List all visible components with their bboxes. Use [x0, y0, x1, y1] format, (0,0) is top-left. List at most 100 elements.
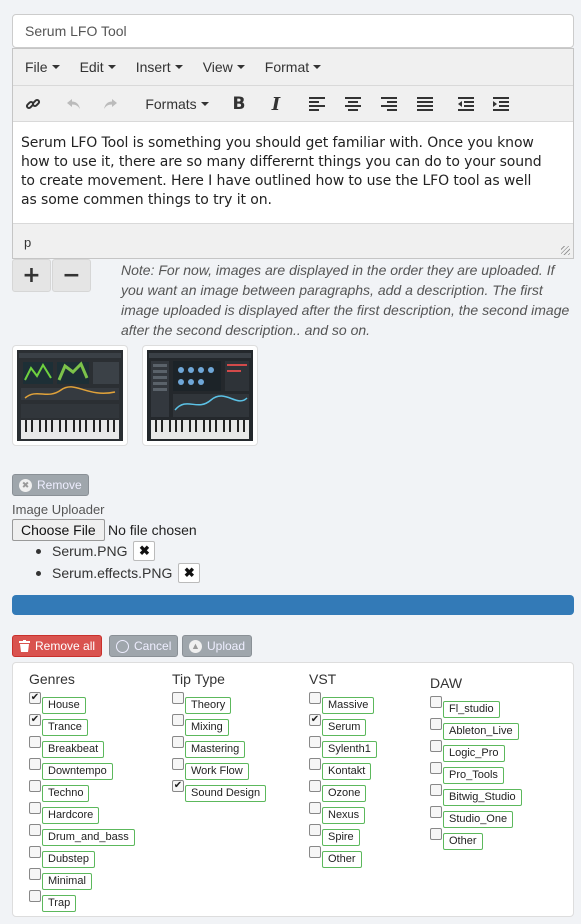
remove-image-button[interactable]: −: [52, 259, 91, 292]
tag-checkbox[interactable]: [309, 846, 321, 858]
tag-checkbox[interactable]: ✔: [29, 714, 41, 726]
menu-edit[interactable]: Edit: [70, 49, 126, 85]
trash-icon: [19, 640, 30, 652]
formats-dropdown[interactable]: Formats: [142, 92, 212, 116]
tag-checkbox[interactable]: [309, 758, 321, 770]
indent-icon[interactable]: [491, 92, 511, 116]
add-image-button[interactable]: +: [12, 259, 51, 292]
tag-checkbox[interactable]: [309, 736, 321, 748]
tag-checkbox[interactable]: [430, 828, 442, 840]
tag-checkbox[interactable]: [29, 758, 41, 770]
menu-insert-label: Insert: [135, 59, 171, 75]
remove-button[interactable]: ✖ Remove: [12, 474, 89, 496]
link-icon[interactable]: [21, 92, 45, 116]
tag-label[interactable]: Other: [443, 833, 483, 850]
italic-button[interactable]: I: [266, 92, 286, 116]
menu-format[interactable]: Format: [255, 49, 331, 85]
tag-row: ✔ Serum: [309, 713, 377, 736]
tag-label[interactable]: Trance: [42, 719, 88, 736]
tag-label[interactable]: Bitwig_Studio: [443, 789, 522, 806]
align-center-icon[interactable]: [343, 92, 363, 116]
tag-checkbox[interactable]: ✔: [172, 780, 184, 792]
redo-icon[interactable]: [99, 92, 121, 116]
tag-checkbox[interactable]: [172, 758, 184, 770]
tag-label[interactable]: Fl_studio: [443, 701, 500, 718]
menu-file-label: File: [25, 59, 48, 75]
tag-label[interactable]: Massive: [322, 697, 375, 714]
menu-file[interactable]: File: [15, 49, 70, 85]
tag-label[interactable]: Logic_Pro: [443, 745, 505, 762]
tag-checkbox[interactable]: [172, 714, 184, 726]
tag-label[interactable]: Trap: [42, 895, 77, 912]
tag-checkbox[interactable]: [430, 696, 442, 708]
tag-label[interactable]: Spire: [322, 829, 360, 846]
outdent-icon[interactable]: [456, 92, 476, 116]
tag-label[interactable]: Minimal: [42, 873, 92, 890]
tag-label[interactable]: Work Flow: [185, 763, 249, 780]
tag-label[interactable]: Theory: [185, 697, 232, 714]
tag-row: Techno: [29, 779, 135, 802]
tag-checkbox[interactable]: [309, 824, 321, 836]
tag-checkbox[interactable]: [309, 780, 321, 792]
choose-file-button[interactable]: Choose File: [12, 519, 105, 541]
resize-handle-icon[interactable]: [561, 246, 570, 255]
tag-checkbox[interactable]: [172, 736, 184, 748]
remove-file-button[interactable]: ✖: [178, 563, 201, 583]
undo-icon[interactable]: [63, 92, 85, 116]
tag-label[interactable]: House: [42, 697, 86, 714]
tag-label[interactable]: Mixing: [185, 719, 229, 736]
tag-checkbox[interactable]: [430, 784, 442, 796]
tag-checkbox[interactable]: [172, 692, 184, 704]
tag-label[interactable]: Drum_and_bass: [42, 829, 135, 846]
tag-checkbox[interactable]: [29, 780, 41, 792]
tag-label[interactable]: Serum: [322, 719, 367, 736]
image-thumbnail[interactable]: [142, 345, 258, 446]
tag-label[interactable]: Ableton_Live: [443, 723, 519, 740]
post-title-input[interactable]: [12, 14, 574, 48]
tag-label[interactable]: Other: [322, 851, 362, 868]
menu-view[interactable]: View: [193, 49, 255, 85]
tag-label[interactable]: Dubstep: [42, 851, 95, 868]
remove-all-button[interactable]: Remove all: [12, 635, 103, 657]
tag-label[interactable]: Hardcore: [42, 807, 100, 824]
align-justify-icon[interactable]: [415, 92, 435, 116]
tag-checkbox[interactable]: [309, 802, 321, 814]
tag-checkbox[interactable]: [29, 802, 41, 814]
align-left-icon[interactable]: [307, 92, 327, 116]
tag-label[interactable]: Mastering: [185, 741, 246, 758]
tag-checkbox[interactable]: [430, 806, 442, 818]
tag-label[interactable]: Kontakt: [322, 763, 372, 780]
file-list-item: Serum.PNG ✖: [36, 541, 156, 561]
image-thumbnail[interactable]: [12, 345, 128, 446]
tag-row: Dubstep: [29, 845, 135, 868]
menu-insert[interactable]: Insert: [126, 49, 193, 85]
caret-down-icon: [200, 102, 209, 106]
tag-label[interactable]: Downtempo: [42, 763, 113, 780]
tag-checkbox[interactable]: ✔: [29, 692, 41, 704]
tag-label[interactable]: Ozone: [322, 785, 367, 802]
tag-label[interactable]: Sound Design: [185, 785, 267, 802]
tag-checkbox[interactable]: [29, 890, 41, 902]
tag-label[interactable]: Studio_One: [443, 811, 514, 828]
align-right-icon[interactable]: [379, 92, 399, 116]
tag-checkbox[interactable]: [29, 824, 41, 836]
tag-checkbox[interactable]: ✔: [309, 714, 321, 726]
tag-row: Hardcore: [29, 801, 135, 824]
upload-button[interactable]: ▲ Upload: [182, 635, 253, 657]
tag-label[interactable]: Techno: [42, 785, 90, 802]
remove-file-button[interactable]: ✖: [133, 541, 156, 561]
tag-checkbox[interactable]: [29, 846, 41, 858]
tag-checkbox[interactable]: [309, 692, 321, 704]
tag-checkbox[interactable]: [29, 736, 41, 748]
bold-button[interactable]: B: [229, 92, 249, 116]
tag-checkbox[interactable]: [430, 718, 442, 730]
tag-label[interactable]: Nexus: [322, 807, 366, 824]
tag-label[interactable]: Sylenth1: [322, 741, 377, 758]
tag-label[interactable]: Pro_Tools: [443, 767, 504, 784]
tag-checkbox[interactable]: [430, 762, 442, 774]
tag-label[interactable]: Breakbeat: [42, 741, 105, 758]
cancel-button[interactable]: Cancel: [109, 635, 179, 657]
editor-content[interactable]: Serum LFO Tool is something you should g…: [13, 122, 573, 223]
tag-checkbox[interactable]: [430, 740, 442, 752]
tag-checkbox[interactable]: [29, 868, 41, 880]
